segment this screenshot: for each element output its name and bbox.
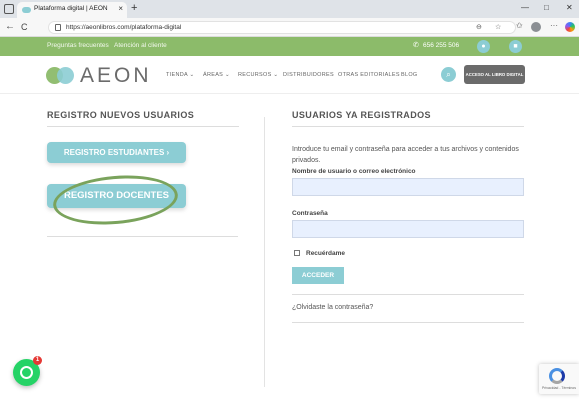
- tab-title: Plataforma digital | AEON: [34, 5, 108, 12]
- cart-icon[interactable]: ■: [509, 40, 522, 53]
- username-input[interactable]: [292, 178, 524, 196]
- close-window-button[interactable]: ✕: [566, 3, 573, 12]
- maximize-button[interactable]: □: [544, 3, 549, 12]
- nav-areas-label: ÁREAS: [203, 72, 224, 78]
- chevron-down-icon: ⌄: [224, 72, 230, 78]
- favorites-icon[interactable]: ✩: [516, 21, 523, 30]
- phone-number[interactable]: 656 255 506: [423, 42, 459, 49]
- refresh-button[interactable]: C: [21, 21, 28, 33]
- browser-toolbar: ← C https://aeonlibros.com/plataforma-di…: [0, 18, 579, 37]
- new-tab-button[interactable]: +: [131, 2, 137, 14]
- tab-close-icon[interactable]: ×: [118, 4, 123, 13]
- login-submit-button[interactable]: ACCEDER: [292, 267, 344, 284]
- left-bottom-divider: [47, 236, 238, 237]
- recaptcha-icon: [549, 368, 565, 384]
- recaptcha-badge[interactable]: Privacidad - Términos: [539, 364, 579, 394]
- phone-icon: ✆: [413, 42, 419, 49]
- nav-recursos-label: RECURSOS: [238, 72, 272, 78]
- logo-blue-circle[interactable]: [57, 67, 74, 84]
- nav-distribuidores[interactable]: DISTRIBUIDORES: [283, 72, 334, 78]
- search-icon[interactable]: ⌕: [441, 67, 456, 82]
- forgot-password-link[interactable]: ¿Olvidaste la contraseña?: [292, 304, 373, 311]
- new-users-title: REGISTRO NUEVOS USUARIOS: [47, 110, 195, 120]
- register-students-button[interactable]: REGISTRO ESTUDIANTES ›: [47, 142, 186, 163]
- reader-icon[interactable]: ⊖: [476, 23, 482, 31]
- remember-checkbox[interactable]: [294, 250, 300, 256]
- column-divider: [264, 117, 265, 387]
- chevron-down-icon: ⌄: [189, 72, 195, 78]
- notification-badge: 1: [33, 356, 42, 365]
- nav-tienda-label: TIENDA: [166, 72, 188, 78]
- username-label: Nombre de usuario o correo electrónico: [292, 168, 416, 175]
- browser-tab-bar: Plataforma digital | AEON × + — □ ✕: [0, 0, 579, 18]
- account-icon[interactable]: ●: [477, 40, 490, 53]
- aeon-favicon-icon: [22, 7, 31, 13]
- customer-service-link[interactable]: Atención al cliente: [114, 42, 167, 49]
- digital-book-access-button[interactable]: ACCESO AL LIBRO DIGITAL: [464, 65, 525, 84]
- lock-icon: [55, 24, 61, 31]
- profile-avatar[interactable]: [531, 22, 541, 32]
- title-divider: [47, 126, 239, 127]
- back-button[interactable]: ←: [5, 21, 15, 33]
- whatsapp-icon: [20, 366, 33, 379]
- window-menu-icon[interactable]: [4, 4, 14, 14]
- chevron-down-icon: ⌄: [273, 72, 279, 78]
- nav-areas[interactable]: ÁREAS ⌄: [203, 72, 230, 78]
- nav-otras-editoriales[interactable]: OTRAS EDITORIALES: [338, 72, 400, 78]
- address-bar[interactable]: https://aeonlibros.com/plataforma-digita…: [48, 21, 516, 34]
- copilot-icon[interactable]: [565, 22, 575, 32]
- nav-blog[interactable]: BLOG: [401, 72, 417, 78]
- browser-tab[interactable]: Plataforma digital | AEON ×: [17, 2, 127, 18]
- password-label: Contraseña: [292, 210, 328, 217]
- password-input[interactable]: [292, 220, 524, 238]
- title-divider: [292, 126, 524, 127]
- faq-link[interactable]: Preguntas frecuentes: [47, 42, 109, 49]
- favorite-star-icon[interactable]: ☆: [495, 23, 501, 31]
- url-text: https://aeonlibros.com/plataforma-digita…: [66, 24, 182, 31]
- login-intro-text: Introduce tu email y contraseña para acc…: [292, 146, 519, 164]
- recaptcha-text: Privacidad - Términos: [542, 386, 576, 390]
- more-icon[interactable]: ···: [550, 21, 558, 30]
- nav-recursos[interactable]: RECURSOS ⌄: [238, 72, 278, 78]
- form-bottom-divider: [292, 322, 524, 323]
- minimize-button[interactable]: —: [521, 3, 529, 12]
- site-top-bar: Preguntas frecuentes Atención al cliente…: [0, 37, 579, 56]
- site-header: AEON TIENDA ⌄ ÁREAS ⌄ RECURSOS ⌄ DISTRIB…: [0, 56, 579, 94]
- remember-label[interactable]: Recuérdame: [306, 250, 345, 257]
- nav-tienda[interactable]: TIENDA ⌄: [166, 72, 194, 78]
- form-divider: [292, 294, 524, 295]
- registered-users-title: USUARIOS YA REGISTRADOS: [292, 110, 431, 120]
- highlight-circle: [51, 170, 180, 230]
- logo-text[interactable]: AEON: [80, 64, 152, 88]
